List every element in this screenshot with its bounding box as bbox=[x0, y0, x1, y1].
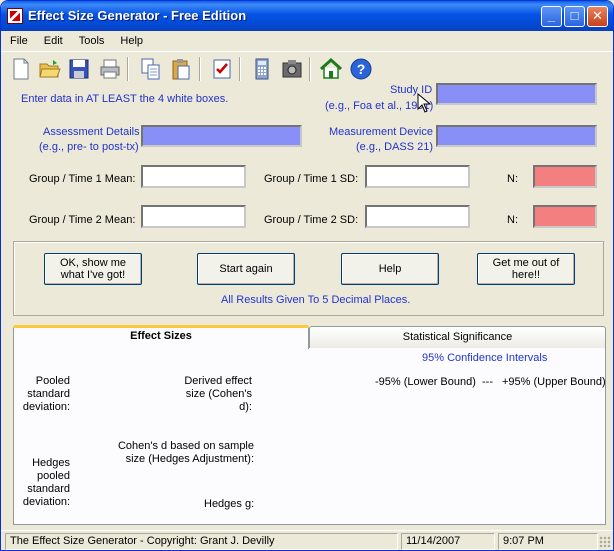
effect-sizes-panel: 95% Confidence Intervals -95% (Lower Bou… bbox=[13, 347, 606, 525]
save-disk-icon[interactable] bbox=[67, 57, 91, 81]
measurement-field[interactable] bbox=[436, 125, 597, 147]
g2-mean-label: Group / Time 2 Mean: bbox=[29, 214, 136, 226]
g2-sd-field[interactable] bbox=[365, 205, 470, 228]
g2-n-field[interactable] bbox=[533, 205, 597, 228]
ci-dashes: --- bbox=[482, 376, 493, 388]
toolbar-separator bbox=[239, 57, 241, 81]
copy-icon[interactable] bbox=[139, 57, 163, 81]
assessment-hint: (e.g., pre- to post-tx) bbox=[39, 141, 139, 153]
ci-title: 95% Confidence Intervals bbox=[422, 352, 548, 364]
g2-mean-field[interactable] bbox=[141, 205, 246, 228]
start-again-button[interactable]: Start again bbox=[197, 253, 295, 285]
exit-button[interactable]: Get me out of here!! bbox=[477, 253, 575, 285]
menu-edit[interactable]: Edit bbox=[35, 35, 70, 47]
toolbar-separator bbox=[127, 57, 129, 81]
status-date: 11/14/2007 bbox=[401, 533, 495, 550]
tab-statistical-significance[interactable]: Statistical Significance bbox=[309, 326, 606, 348]
hedges-pooled-sd-label: Hedges pooled standard deviation: bbox=[22, 457, 70, 508]
g1-sd-field[interactable] bbox=[365, 165, 470, 188]
ci-lower-header: -95% (Lower Bound) bbox=[375, 376, 476, 388]
g1-mean-field[interactable] bbox=[141, 165, 246, 188]
camera-icon[interactable] bbox=[280, 57, 304, 81]
toolbar: ? bbox=[1, 51, 613, 85]
help-icon[interactable]: ? bbox=[349, 57, 373, 81]
close-button[interactable]: ✕ bbox=[587, 6, 608, 27]
menu-tools[interactable]: Tools bbox=[70, 35, 112, 47]
toolbar-separator bbox=[309, 57, 311, 81]
menu-file[interactable]: File bbox=[1, 35, 35, 47]
paste-icon[interactable] bbox=[169, 57, 193, 81]
calculator-icon[interactable] bbox=[250, 57, 274, 81]
g1-sd-label: Group / Time 1 SD: bbox=[264, 173, 359, 185]
assessment-label: Assessment Details bbox=[43, 126, 140, 138]
toolbar-separator bbox=[199, 57, 201, 81]
measurement-hint: (e.g., DASS 21) bbox=[356, 141, 434, 153]
g1-n-field[interactable] bbox=[533, 165, 597, 188]
hedges-adjusted-d-label: Cohen's d based on sample size (Hedges A… bbox=[117, 440, 254, 465]
status-copyright: The Effect Size Generator - Copyright: G… bbox=[5, 533, 398, 550]
measurement-label: Measurement Device bbox=[329, 126, 433, 138]
checklist-icon[interactable] bbox=[210, 57, 234, 81]
new-document-icon[interactable] bbox=[9, 57, 33, 81]
assessment-field[interactable] bbox=[141, 125, 302, 147]
g2-sd-label: Group / Time 2 SD: bbox=[264, 214, 359, 226]
pooled-sd-label: Pooled standard deviation: bbox=[22, 375, 70, 413]
g2-n-label: N: bbox=[507, 214, 518, 226]
window-title: Effect Size Generator - Free Edition bbox=[28, 8, 247, 23]
status-bar: The Effect Size Generator - Copyright: G… bbox=[1, 530, 613, 550]
menu-bar: File Edit Tools Help bbox=[1, 31, 613, 50]
study-id-field[interactable] bbox=[436, 83, 597, 105]
derived-effect-size-label: Derived effect size (Cohen's d): bbox=[184, 375, 252, 413]
svg-text:?: ? bbox=[357, 61, 366, 77]
results-tabs: 95% Confidence Intervals -95% (Lower Bou… bbox=[13, 325, 606, 525]
mouse-cursor-icon bbox=[417, 93, 431, 113]
tab-effect-sizes[interactable]: Effect Sizes bbox=[13, 325, 309, 349]
home-icon[interactable] bbox=[319, 57, 343, 81]
app-logo-icon[interactable] bbox=[7, 8, 23, 24]
status-time: 9:07 PM bbox=[498, 533, 598, 550]
minimize-button[interactable]: _ bbox=[541, 6, 562, 27]
hedges-g-label: Hedges g: bbox=[204, 498, 255, 510]
ci-upper-header: +95% (Upper Bound) bbox=[502, 376, 606, 388]
menu-help[interactable]: Help bbox=[111, 35, 150, 47]
show-results-button[interactable]: OK, show me what I've got! bbox=[44, 253, 142, 285]
decimal-note: All Results Given To 5 Decimal Places. bbox=[221, 294, 411, 306]
resize-grip[interactable] bbox=[599, 536, 611, 548]
help-button[interactable]: Help bbox=[341, 253, 439, 285]
app-window: Effect Size Generator - Free Edition _ □… bbox=[0, 0, 614, 551]
g1-n-label: N: bbox=[507, 173, 518, 185]
button-panel: OK, show me what I've got! Start again H… bbox=[13, 241, 604, 316]
title-bar[interactable]: Effect Size Generator - Free Edition _ □… bbox=[1, 1, 613, 31]
print-icon[interactable] bbox=[98, 57, 122, 81]
instruction-text: Enter data in AT LEAST the 4 white boxes… bbox=[21, 93, 229, 105]
open-folder-icon[interactable] bbox=[38, 57, 62, 81]
g1-mean-label: Group / Time 1 Mean: bbox=[29, 173, 136, 185]
maximize-button[interactable]: □ bbox=[564, 6, 585, 27]
